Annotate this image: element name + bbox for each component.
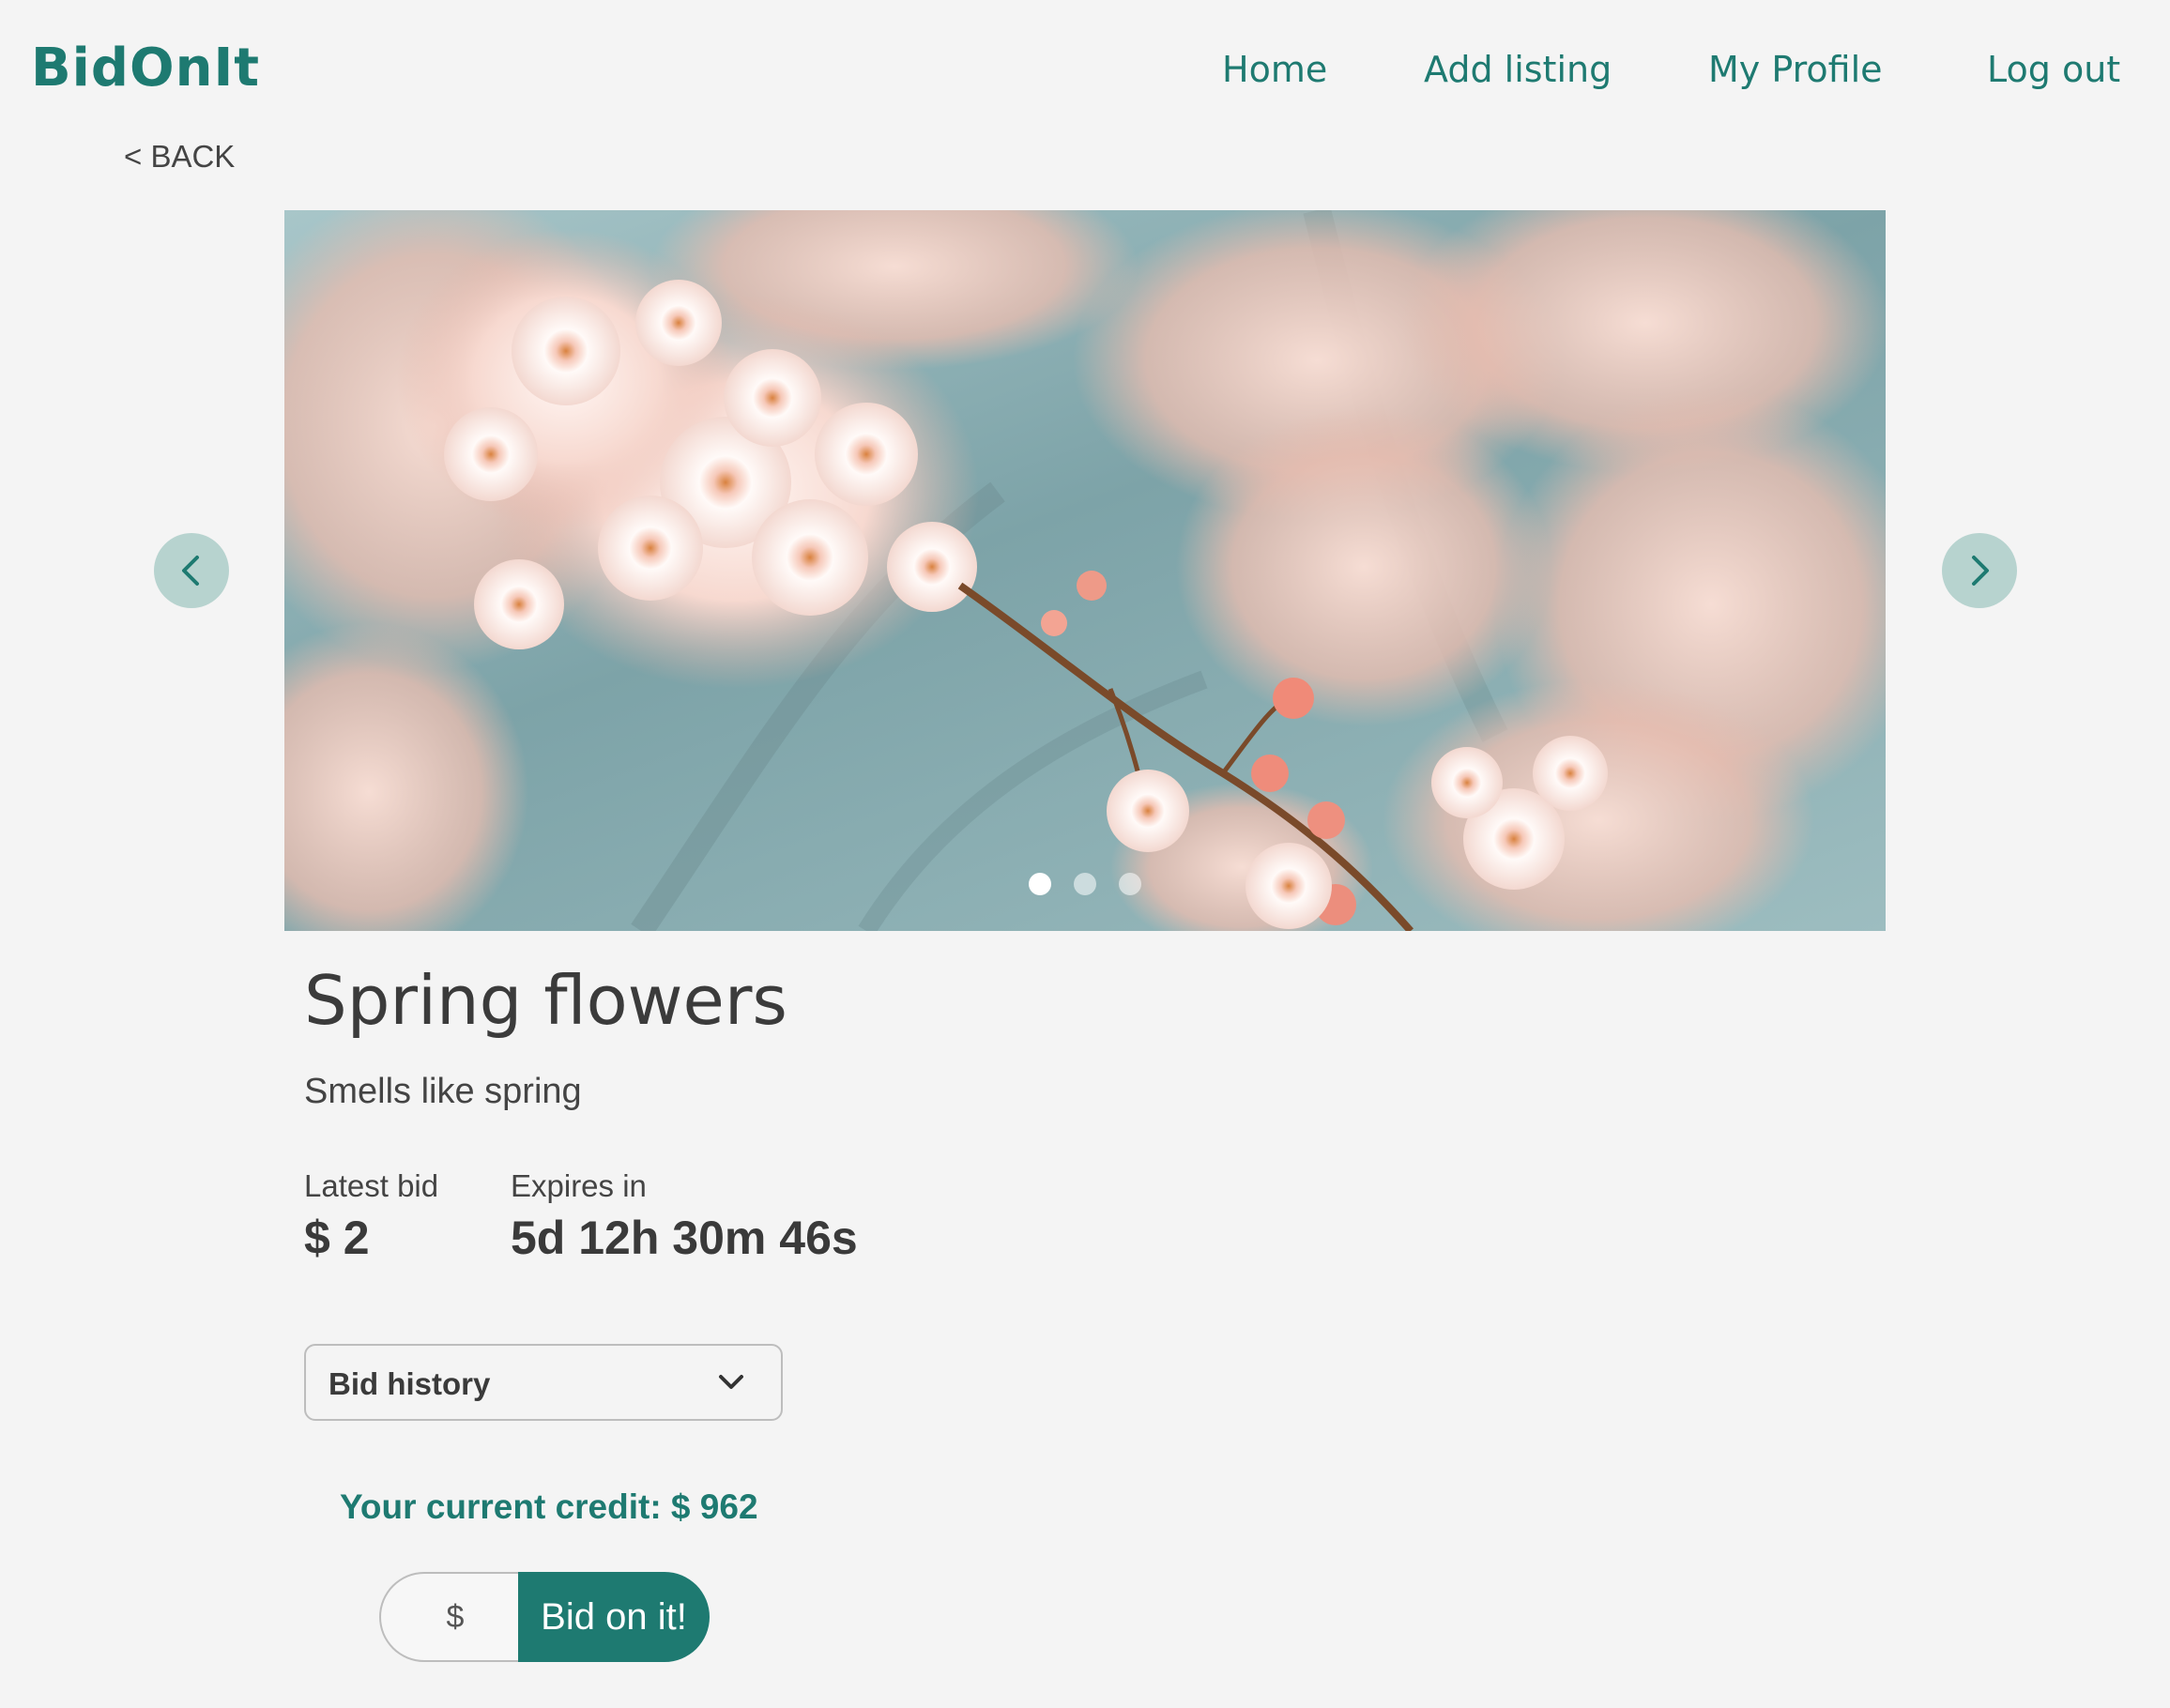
carousel-next-button[interactable]	[1942, 533, 2017, 608]
back-link[interactable]: < BACK	[124, 139, 235, 175]
expires-value: 5d 12h 30m 46s	[511, 1212, 858, 1264]
carousel-dot-3[interactable]	[1119, 873, 1141, 895]
latest-bid-value: $ 2	[304, 1212, 370, 1264]
listing-title: Spring flowers	[304, 961, 787, 1040]
chevron-left-icon	[182, 556, 199, 586]
nav-home-link[interactable]: Home	[1222, 49, 1327, 90]
expires-label: Expires in	[511, 1168, 647, 1203]
image-carousel[interactable]	[284, 210, 1886, 931]
brand-logo[interactable]: BidOnIt	[31, 38, 260, 99]
nav-my-profile-link[interactable]: My Profile	[1708, 49, 1883, 90]
carousel-dot-2[interactable]	[1074, 873, 1096, 895]
current-credit: Your current credit: $ 962	[340, 1487, 758, 1526]
bid-form: Bid on it!	[379, 1572, 710, 1662]
listing-page: BidOnIt Home Add listing My Profile Log …	[0, 0, 2170, 1708]
nav-add-listing-link[interactable]: Add listing	[1424, 49, 1612, 90]
latest-bid-label: Latest bid	[304, 1168, 439, 1203]
carousel-indicators	[284, 873, 1886, 895]
bid-submit-button[interactable]: Bid on it!	[518, 1572, 710, 1662]
bid-history-label: Bid history	[329, 1366, 491, 1401]
bid-history-dropdown[interactable]: Bid history	[304, 1344, 783, 1421]
carousel-dot-1[interactable]	[1029, 873, 1051, 895]
listing-photo	[284, 210, 1886, 931]
carousel-prev-button[interactable]	[154, 533, 229, 608]
listing-description: Smells like spring	[304, 1072, 582, 1111]
bid-amount-input[interactable]	[379, 1572, 520, 1662]
nav-log-out-link[interactable]: Log out	[1987, 49, 2120, 90]
chevron-right-icon	[1972, 556, 1989, 586]
chevron-down-icon	[719, 1375, 743, 1389]
